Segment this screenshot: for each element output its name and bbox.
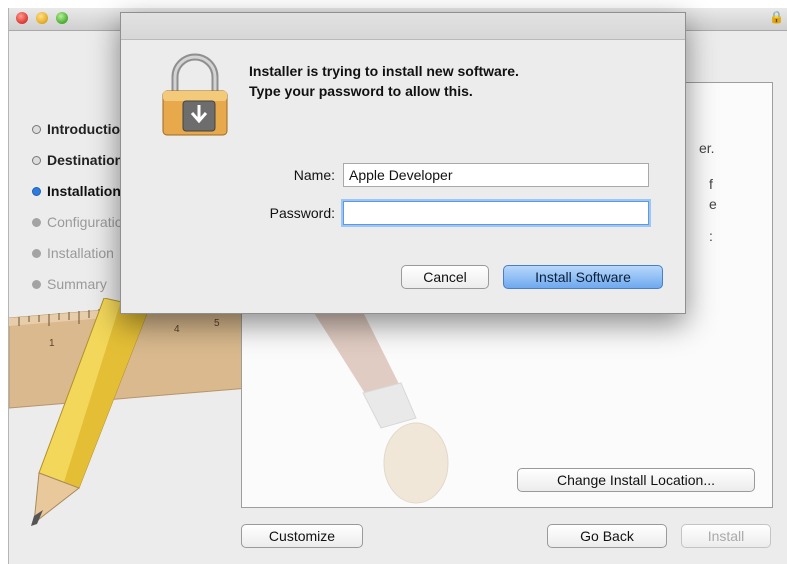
- step-bullet-icon: [32, 187, 41, 196]
- minimize-button[interactable]: [36, 12, 48, 24]
- svg-text:5: 5: [214, 318, 220, 329]
- step-label: Installation: [47, 245, 114, 261]
- panel-text-fragment: :: [709, 228, 713, 244]
- lock-icon: [162, 53, 228, 136]
- password-label: Password:: [269, 205, 335, 221]
- name-label: Name:: [293, 167, 335, 183]
- dialog-message: Installer is trying to install new softw…: [249, 61, 519, 101]
- message-line: Type your password to allow this.: [249, 83, 473, 99]
- svg-text:1: 1: [49, 338, 55, 349]
- name-field[interactable]: [343, 163, 649, 187]
- install-button[interactable]: Install: [681, 524, 771, 548]
- cancel-button[interactable]: Cancel: [401, 265, 489, 289]
- panel-text-fragment: f: [709, 176, 713, 192]
- lock-icon: 🔒: [769, 10, 784, 24]
- dialog-top-edge: [121, 13, 685, 40]
- svg-text:4: 4: [174, 324, 180, 335]
- password-field[interactable]: [343, 201, 649, 225]
- zoom-button[interactable]: [56, 12, 68, 24]
- panel-text-fragment: er.: [699, 140, 715, 156]
- brush-icon: [311, 308, 449, 504]
- authentication-dialog: Installer is trying to install new softw…: [120, 12, 686, 314]
- step-bullet-icon: [32, 280, 41, 289]
- pencil-ruler-artwork: 1 4 5: [9, 298, 249, 526]
- install-software-button[interactable]: Install Software: [503, 265, 663, 289]
- step-bullet-icon: [32, 249, 41, 258]
- customize-button[interactable]: Customize: [241, 524, 363, 548]
- step-label: Summary: [47, 276, 107, 292]
- change-install-location-button[interactable]: Change Install Location...: [517, 468, 755, 492]
- message-line: Installer is trying to install new softw…: [249, 63, 519, 79]
- go-back-button[interactable]: Go Back: [547, 524, 667, 548]
- close-button[interactable]: [16, 12, 28, 24]
- step-bullet-icon: [32, 125, 41, 134]
- step-label: Introduction: [47, 121, 129, 137]
- step-bullet-icon: [32, 218, 41, 227]
- panel-text-fragment: e: [709, 196, 717, 212]
- step-label: Configuration: [47, 214, 131, 230]
- step-bullet-icon: [32, 156, 41, 165]
